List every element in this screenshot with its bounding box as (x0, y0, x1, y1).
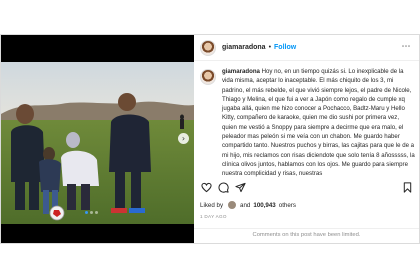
carousel-dot (90, 211, 93, 214)
share-icon[interactable] (234, 181, 246, 193)
post-timestamp[interactable]: 1 DAY AGO (200, 214, 227, 219)
post-sidebar: giamaradona • Follow ⋯ giamaradona Hoy n… (194, 35, 419, 243)
more-options-icon[interactable]: ⋯ (402, 43, 412, 52)
likes-row: Liked by and 100,943 others (200, 199, 415, 211)
avatar[interactable] (200, 39, 216, 56)
carousel-dot (95, 211, 98, 214)
post-media[interactable]: › (1, 35, 194, 243)
bookmark-icon[interactable] (401, 181, 413, 193)
post-header: giamaradona • Follow ⋯ (194, 35, 419, 61)
likes-and-label: and (240, 201, 251, 209)
liked-by-label: Liked by (200, 201, 224, 209)
action-bar (200, 181, 413, 193)
carousel-next-icon[interactable]: › (178, 133, 189, 144)
post-photo (1, 62, 194, 224)
header-separator: • (268, 44, 272, 51)
carousel-dot-active (85, 211, 88, 214)
heart-icon[interactable] (200, 181, 212, 193)
username-link[interactable]: giamaradona (222, 44, 266, 51)
likes-count[interactable]: 100,943 (253, 202, 275, 209)
liker-avatar[interactable] (227, 200, 238, 210)
comments-limited-note: Comments on this post have been limited. (194, 228, 419, 238)
comment-icon[interactable] (217, 181, 229, 193)
carousel-dots (85, 211, 98, 214)
caption-username[interactable]: giamaradona (222, 68, 260, 75)
follow-button[interactable]: Follow (274, 44, 296, 51)
likes-others-label[interactable]: others (279, 202, 296, 209)
instagram-post: › giamaradona • Follow ⋯ giamaradona Hoy… (0, 34, 420, 244)
caption-avatar[interactable] (200, 69, 216, 85)
caption-body: Hoy no, en un tiempo quizás si. Lo inexp… (222, 68, 415, 178)
